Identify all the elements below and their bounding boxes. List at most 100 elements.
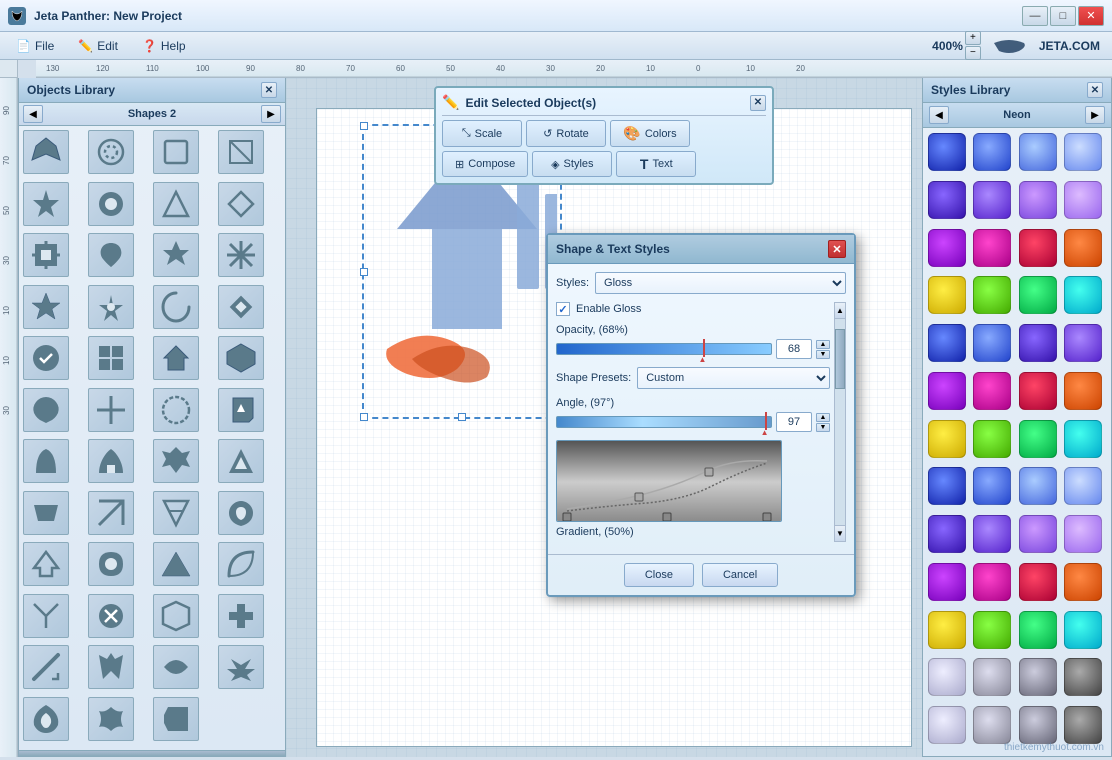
list-item[interactable] <box>1019 324 1057 362</box>
scrollbar-thumb[interactable] <box>835 329 845 389</box>
list-item[interactable] <box>88 336 134 380</box>
list-item[interactable] <box>218 439 264 483</box>
scrollbar-up-button[interactable]: ▲ <box>835 303 845 319</box>
list-item[interactable] <box>973 563 1011 601</box>
list-item[interactable] <box>23 336 69 380</box>
menu-edit[interactable]: ✏️ Edit <box>66 36 130 56</box>
list-item[interactable] <box>88 285 134 329</box>
shape-text-styles-dialog[interactable]: Shape & Text Styles ✕ Styles: Gloss <box>546 233 856 597</box>
list-item[interactable] <box>1064 133 1102 171</box>
list-item[interactable] <box>23 182 69 226</box>
list-item[interactable] <box>1019 611 1057 649</box>
list-item[interactable] <box>1019 229 1057 267</box>
list-item[interactable] <box>1019 658 1057 696</box>
list-item[interactable] <box>973 229 1011 267</box>
list-item[interactable] <box>88 439 134 483</box>
list-item[interactable] <box>1019 563 1057 601</box>
compose-button[interactable]: ⊞ Compose <box>442 151 528 177</box>
list-item[interactable] <box>23 491 69 535</box>
list-item[interactable] <box>1064 658 1102 696</box>
list-item[interactable] <box>218 388 264 432</box>
zoom-minus-button[interactable]: − <box>965 46 981 60</box>
list-item[interactable] <box>973 515 1011 553</box>
gradient-preview-svg[interactable] <box>556 440 782 522</box>
list-item[interactable] <box>973 372 1011 410</box>
opacity-slider-track[interactable]: ▲ <box>556 343 772 355</box>
list-item[interactable] <box>153 439 199 483</box>
objects-library-close[interactable]: ✕ <box>261 82 277 98</box>
canvas-area[interactable]: ✏️ Edit Selected Object(s) ✕ ⤡ Scale ↺ R… <box>286 78 922 757</box>
list-item[interactable] <box>928 229 966 267</box>
list-item[interactable] <box>88 594 134 638</box>
list-item[interactable] <box>88 491 134 535</box>
list-item[interactable] <box>88 182 134 226</box>
list-item[interactable] <box>23 439 69 483</box>
list-item[interactable] <box>1064 706 1102 744</box>
list-item[interactable] <box>23 285 69 329</box>
list-item[interactable] <box>928 276 966 314</box>
list-item[interactable] <box>1019 420 1057 458</box>
list-item[interactable] <box>153 182 199 226</box>
dialog-close-button[interactable]: ✕ <box>828 240 846 258</box>
list-item[interactable] <box>23 388 69 432</box>
list-item[interactable] <box>973 611 1011 649</box>
cancel-button[interactable]: Cancel <box>702 563 778 587</box>
maximize-button[interactable]: □ <box>1050 6 1076 26</box>
list-item[interactable] <box>928 658 966 696</box>
dialog-scroll-area[interactable]: ✓ Enable Gloss Opacity, (68%) <box>556 302 830 542</box>
list-item[interactable] <box>973 324 1011 362</box>
styles-select[interactable]: Gloss <box>595 272 846 294</box>
list-item[interactable] <box>153 697 199 741</box>
opacity-input[interactable]: 68 <box>776 339 812 359</box>
list-item[interactable] <box>88 233 134 277</box>
list-item[interactable] <box>23 233 69 277</box>
list-item[interactable] <box>1019 372 1057 410</box>
list-item[interactable] <box>153 336 199 380</box>
list-item[interactable] <box>1064 467 1102 505</box>
styles-next-button[interactable]: ▶ <box>1085 106 1105 124</box>
list-item[interactable] <box>1064 611 1102 649</box>
angle-slider-track[interactable]: ▲ <box>556 416 772 428</box>
scrollbar-track[interactable] <box>835 319 845 525</box>
list-item[interactable] <box>973 181 1011 219</box>
text-button[interactable]: T Text <box>616 151 696 177</box>
angle-spin-up[interactable]: ▲ <box>816 413 830 422</box>
edit-toolbar-close[interactable]: ✕ <box>750 95 766 111</box>
list-item[interactable] <box>153 594 199 638</box>
list-item[interactable] <box>153 285 199 329</box>
list-item[interactable] <box>973 133 1011 171</box>
list-item[interactable] <box>1064 372 1102 410</box>
list-item[interactable] <box>1019 276 1057 314</box>
list-item[interactable] <box>153 233 199 277</box>
list-item[interactable] <box>928 515 966 553</box>
list-item[interactable] <box>928 563 966 601</box>
shapes-prev-button[interactable]: ◀ <box>23 105 43 123</box>
list-item[interactable] <box>218 645 264 689</box>
list-item[interactable] <box>1019 515 1057 553</box>
shape-presets-select[interactable]: Custom <box>637 367 830 389</box>
list-item[interactable] <box>153 645 199 689</box>
list-item[interactable] <box>23 645 69 689</box>
close-button[interactable]: Close <box>624 563 694 587</box>
list-item[interactable] <box>928 420 966 458</box>
list-item[interactable] <box>153 542 199 586</box>
list-item[interactable] <box>1064 420 1102 458</box>
styles-library-close[interactable]: ✕ <box>1087 82 1103 98</box>
menu-help[interactable]: ❓ Help <box>130 36 198 56</box>
list-item[interactable] <box>218 182 264 226</box>
list-item[interactable] <box>928 181 966 219</box>
dialog-scrollbar[interactable]: ▲ ▼ <box>834 302 846 542</box>
list-item[interactable] <box>973 276 1011 314</box>
panel-resize-handle[interactable] <box>19 750 285 756</box>
close-button[interactable]: ✕ <box>1078 6 1104 26</box>
list-item[interactable] <box>218 233 264 277</box>
list-item[interactable] <box>928 611 966 649</box>
list-item[interactable] <box>88 542 134 586</box>
list-item[interactable] <box>23 697 69 741</box>
angle-input[interactable]: 97 <box>776 412 812 432</box>
dialog-title-bar[interactable]: Shape & Text Styles ✕ <box>548 235 854 264</box>
list-item[interactable] <box>973 467 1011 505</box>
list-item[interactable] <box>1019 181 1057 219</box>
rotate-button[interactable]: ↺ Rotate <box>526 120 606 147</box>
colors-button[interactable]: 🎨 Colors <box>610 120 690 147</box>
